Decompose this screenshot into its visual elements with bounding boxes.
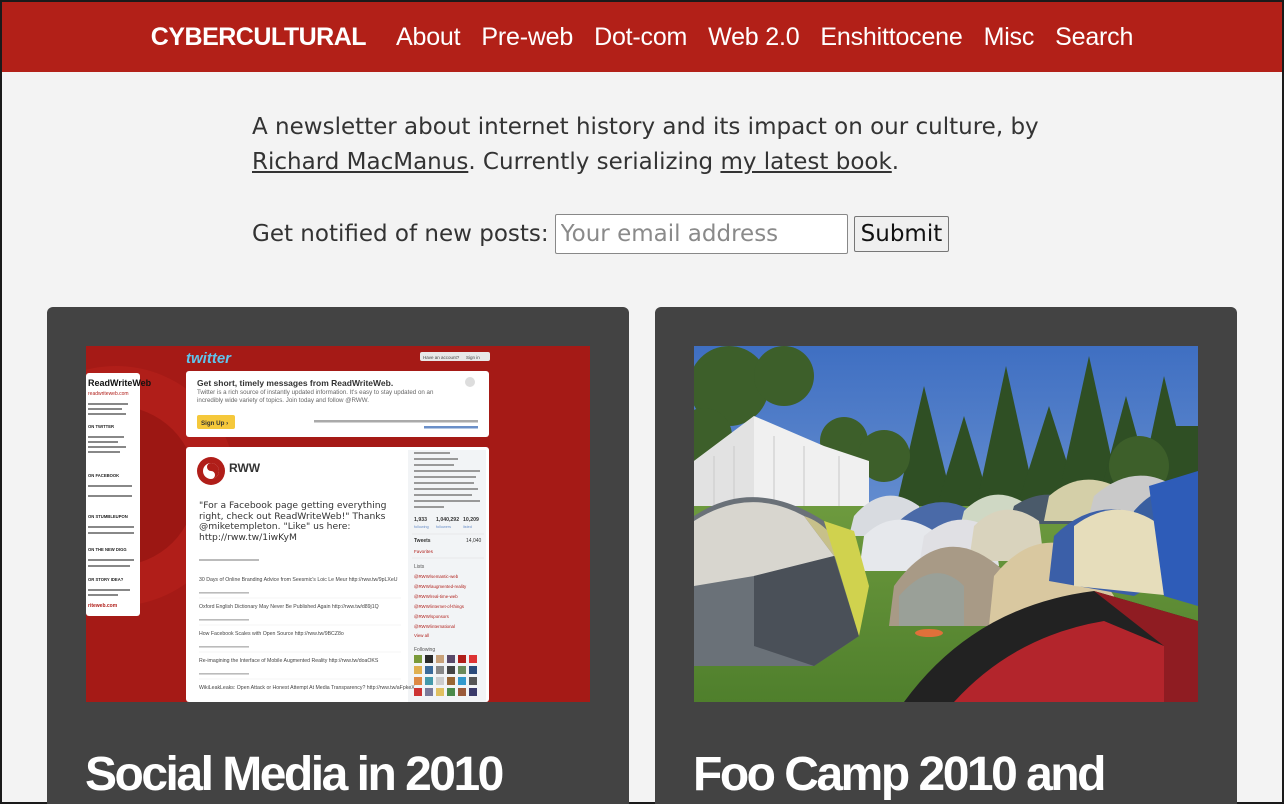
tweet-list-item: Re-imagining the Interface of Mobile Aug… — [199, 658, 379, 664]
post-title[interactable]: Foo Camp 2010 and — [693, 747, 1106, 802]
author-link[interactable]: Richard MacManus — [252, 149, 468, 175]
twitter-logo: twitter — [186, 350, 232, 367]
sidebar-line: ON STUMBLEUPON — [88, 514, 128, 519]
list-link: @RWW/semantic-web — [414, 574, 459, 579]
sidebar-line: riteweb.com — [88, 603, 118, 609]
stat-listed: 10,209 — [463, 517, 479, 523]
sidebar-line: OR STORY IDEA? — [88, 577, 124, 582]
latest-book-link[interactable]: my latest book — [720, 149, 891, 175]
nav-link-search[interactable]: Search — [1055, 23, 1133, 52]
tweet-list-item: Oxford English Dictionary May Never Be P… — [199, 604, 379, 610]
following-heading: Following — [414, 647, 435, 653]
lists-heading: Lists — [414, 564, 425, 570]
tweet-list-item: WikiLeakLeaks: Open Attack or Honest Att… — [199, 685, 415, 691]
post-thumbnail-foo-camp-tents[interactable] — [694, 346, 1198, 702]
list-link: @RWW/sponsors — [414, 614, 450, 619]
newsletter-signup-form: Get notified of new posts: Submit — [252, 214, 950, 254]
tweets-count: 14,040 — [466, 538, 482, 544]
signup-label: Get notified of new posts: — [252, 221, 549, 247]
sign-in-text: Sign in — [466, 355, 480, 360]
list-link: @RWW/international — [414, 624, 455, 629]
sidebar-brand-text: ReadWriteWeb — [88, 378, 152, 388]
favorites-link: Favorites — [414, 549, 434, 554]
list-link: @RWW/augmented-reality — [414, 584, 467, 589]
nav-links: About Pre-web Dot-com Web 2.0 Enshittoce… — [396, 23, 1133, 52]
tweets-label: Tweets — [414, 538, 431, 544]
featured-tweet: "For a Facebook page getting everything … — [199, 501, 387, 543]
list-link: @RWW/internet-of-things — [414, 604, 465, 609]
nav-link-web-2-0[interactable]: Web 2.0 — [708, 23, 799, 52]
intro-text-middle: . Currently serializing — [468, 149, 721, 175]
nav-link-enshittocene[interactable]: Enshittocene — [820, 23, 962, 52]
submit-button[interactable]: Submit — [853, 216, 950, 252]
sidebar-line: readwriteweb.com — [88, 391, 129, 397]
email-input[interactable] — [554, 214, 848, 254]
signup-button-thumb: Sign Up › — [201, 420, 228, 427]
list-link: View all — [414, 633, 429, 638]
site-brand-link[interactable]: CYBERCULTURAL — [151, 23, 367, 52]
banner-body: Twitter is a rich source of instantly up… — [197, 389, 434, 404]
post-card[interactable]: twitter Have an account? Sign in ReadWri… — [47, 307, 629, 804]
nav-link-misc[interactable]: Misc — [984, 23, 1035, 52]
sidebar-line: ON THE NEW DIGG — [88, 547, 127, 552]
post-thumbnail-twitter-page[interactable]: twitter Have an account? Sign in ReadWri… — [86, 346, 590, 702]
nav-link-pre-web[interactable]: Pre-web — [481, 23, 573, 52]
sidebar-line: ON FACEBOOK — [88, 473, 119, 478]
nav-link-dot-com[interactable]: Dot-com — [594, 23, 687, 52]
banner-heading: Get short, timely messages from ReadWrit… — [197, 378, 393, 388]
stat-label: followers — [436, 525, 451, 529]
profile-name: RWW — [229, 461, 261, 475]
stat-label: listed — [463, 525, 472, 529]
intro-text-after: . — [891, 149, 900, 175]
stat-followers: 1,040,292 — [436, 517, 459, 523]
have-account-text: Have an account? — [423, 355, 460, 360]
intro-text-before: A newsletter about internet history and … — [252, 114, 1039, 140]
nav-link-about[interactable]: About — [396, 23, 461, 52]
newsletter-intro: A newsletter about internet history and … — [252, 110, 1052, 180]
tweet-list-item: 30 Days of Online Branding Advice from S… — [199, 577, 398, 583]
tweet-list-item: How Facebook Scales with Open Source htt… — [199, 631, 344, 637]
stat-following: 1,933 — [414, 517, 427, 523]
sidebar-line: ON TWITTER — [88, 424, 114, 429]
stat-label: following — [414, 525, 429, 529]
post-card[interactable]: Foo Camp 2010 and — [655, 307, 1237, 804]
list-link: @RWW/real-time-web — [414, 594, 458, 599]
post-title[interactable]: Social Media in 2010 — [85, 747, 504, 802]
top-navigation-bar: CYBERCULTURAL About Pre-web Dot-com Web … — [2, 2, 1282, 72]
